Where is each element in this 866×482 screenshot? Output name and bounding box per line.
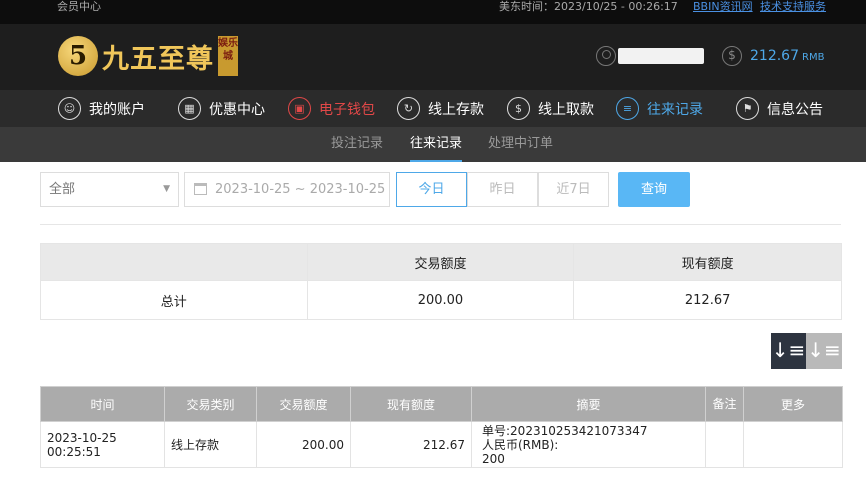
col-time: 时间 <box>40 386 165 422</box>
nav-online-deposit[interactable]: ↻ 线上存款 <box>397 90 484 127</box>
nav-label: 我的账户 <box>89 101 145 118</box>
memo-value: 200 <box>482 451 505 466</box>
nav-online-withdraw[interactable]: $ 线上取款 <box>507 90 594 127</box>
col-amount: 交易额度 <box>256 386 351 422</box>
user-icon: ☺ <box>58 97 81 120</box>
summary-total-amount: 200.00 <box>306 280 575 320</box>
summary-header-amount: 交易额度 <box>306 243 575 281</box>
logo-text: 九五至尊 <box>102 43 214 75</box>
tab-transaction-records[interactable]: 往来记录 <box>410 127 463 162</box>
date-range-input[interactable]: 2023-10-25 ~ 2023-10-25 <box>184 172 390 207</box>
nav-my-account[interactable]: ☺ 我的账户 <box>58 90 145 127</box>
summary-total-row: 总计 200.00 212.67 <box>40 280 842 320</box>
main-nav: ☺ 我的账户 ▦ 优惠中心 ▣ 电子钱包 ↻ 线上存款 $ 线上取款 ≡ 往来记录 ⚑ 信息公… <box>0 90 866 127</box>
deposit-icon: ↻ <box>397 97 420 120</box>
chevron-down-icon: ▼ <box>163 184 170 194</box>
nav-label: 优惠中心 <box>209 101 265 118</box>
transaction-table: 时间 交易类别 交易额度 现有额度 摘要 备注 更多 2023-10-25 00… <box>40 386 843 468</box>
summary-total-balance: 212.67 <box>573 280 842 320</box>
summary-header-row: 交易额度 现有额度 <box>40 243 842 281</box>
divider <box>40 224 841 225</box>
row-amount: 200.00 <box>256 421 351 468</box>
bell-icon: ⚑ <box>736 97 759 120</box>
row-time: 2023-10-25 00:25:51 <box>40 421 165 468</box>
summary-header-balance: 现有额度 <box>573 243 842 281</box>
today-button[interactable]: 今日 <box>396 172 467 207</box>
nav-label: 信息公告 <box>767 101 823 118</box>
memo-order-number: 单号:202310253421073347 <box>482 423 648 438</box>
summary-header-blank <box>40 243 308 281</box>
brand-logo[interactable]: 5 九五至尊 娱乐城 <box>58 34 238 78</box>
col-more: 更多 <box>743 386 843 422</box>
col-type: 交易类别 <box>164 386 257 422</box>
balance-currency: RMB <box>802 52 825 63</box>
calendar-icon <box>194 183 207 195</box>
summary-table: 交易额度 现有额度 总计 200.00 212.67 <box>40 243 842 320</box>
nav-announcements[interactable]: ⚑ 信息公告 <box>736 90 823 127</box>
tab-bet-records[interactable]: 投注记录 <box>331 127 383 162</box>
select-value: 全部 <box>49 182 76 197</box>
row-note <box>705 421 744 468</box>
col-memo: 摘要 <box>471 386 706 422</box>
nav-label: 电子钱包 <box>319 101 375 118</box>
server-time: 美东时间：2023/10/25 - 00:26:17 <box>499 0 678 13</box>
tab-pending-orders[interactable]: 处理中订单 <box>488 127 553 162</box>
nav-e-wallet[interactable]: ▣ 电子钱包 <box>288 90 375 127</box>
sort-ascending-icon[interactable]: ↓≡ <box>806 333 842 369</box>
nav-label: 线上存款 <box>428 101 484 118</box>
date-range-value: 2023-10-25 ~ 2023-10-25 <box>215 182 386 197</box>
last-7-days-button[interactable]: 近7日 <box>538 172 609 207</box>
balance-display: 212.67 RMB <box>750 48 824 64</box>
dollar-icon: $ <box>722 46 742 66</box>
table-row: 2023-10-25 00:25:51 线上存款 200.00 212.67 单… <box>40 421 843 468</box>
yesterday-button[interactable]: 昨日 <box>467 172 538 207</box>
user-icon <box>596 46 616 66</box>
memo-currency: 人民币(RMB): <box>482 437 559 452</box>
summary-total-label: 总计 <box>40 280 308 320</box>
header: 5 九五至尊 娱乐城 $ 212.67 RMB <box>0 24 866 90</box>
transaction-type-select[interactable]: 全部 ▼ <box>40 172 179 207</box>
username-redacted <box>618 48 704 64</box>
nav-promotions[interactable]: ▦ 优惠中心 <box>178 90 265 127</box>
col-balance: 现有额度 <box>350 386 472 422</box>
nav-label: 往来记录 <box>647 101 703 118</box>
balance-amount: 212.67 <box>750 48 799 64</box>
wallet-icon: ▣ <box>288 97 311 120</box>
search-button[interactable]: 查询 <box>618 172 690 207</box>
withdraw-icon: $ <box>507 97 530 120</box>
member-center-title: 会员中心 <box>57 0 101 13</box>
top-bar: 会员中心 美东时间：2023/10/25 - 00:26:17 BBIN资讯网 … <box>0 0 866 24</box>
row-balance: 212.67 <box>350 421 472 468</box>
gift-icon: ▦ <box>178 97 201 120</box>
record-icon: ≡ <box>616 97 639 120</box>
row-more[interactable] <box>743 421 843 468</box>
sort-descending-icon[interactable]: ↓≡ <box>771 333 806 369</box>
nav-label: 线上取款 <box>538 101 594 118</box>
bbin-news-link[interactable]: BBIN资讯网 <box>693 0 753 13</box>
col-note: 备注 <box>705 386 744 422</box>
nav-transaction-records[interactable]: ≡ 往来记录 <box>616 90 703 127</box>
logo-emblem: 5 <box>58 36 98 76</box>
row-type: 线上存款 <box>164 421 257 468</box>
logo-seal: 娱乐城 <box>218 36 238 76</box>
row-memo: 单号:202310253421073347 人民币(RMB): 200 <box>471 421 706 468</box>
sub-nav: 投注记录 往来记录 处理中订单 <box>0 127 866 162</box>
tech-support-link[interactable]: 技术支持服务 <box>760 0 826 13</box>
table-header-row: 时间 交易类别 交易额度 现有额度 摘要 备注 更多 <box>40 386 843 422</box>
